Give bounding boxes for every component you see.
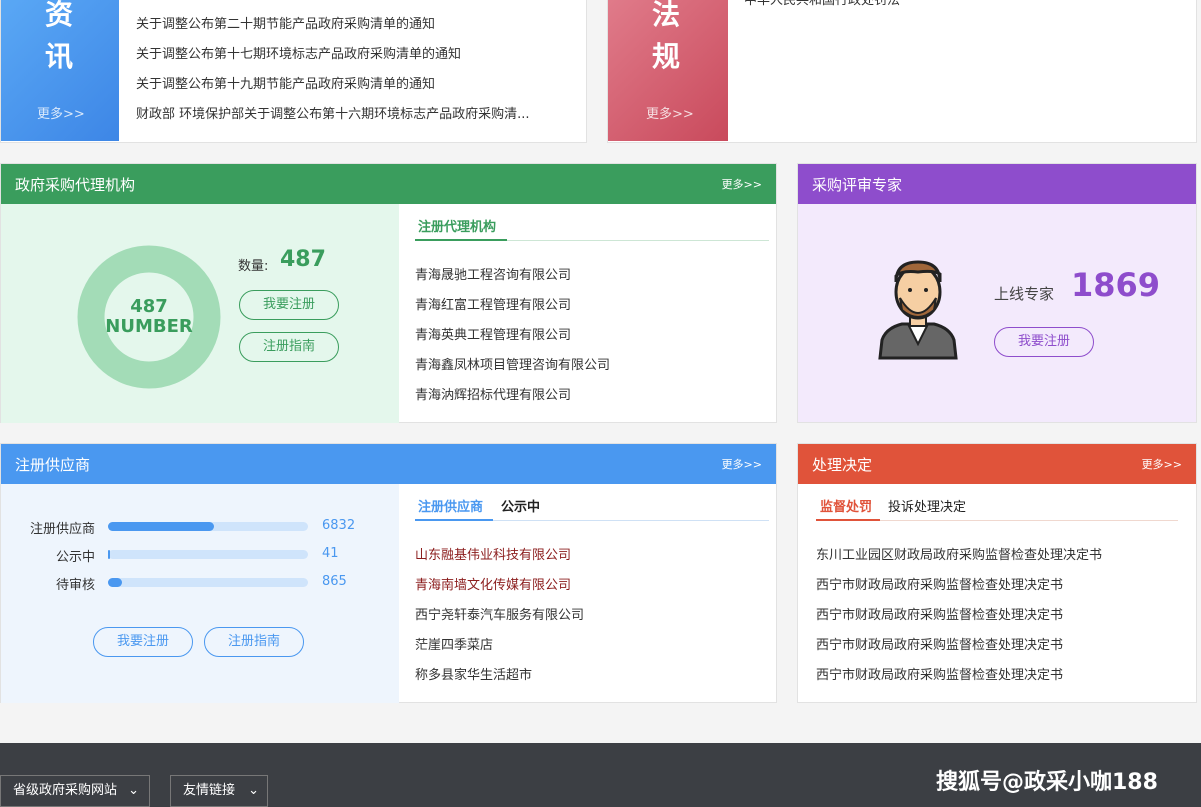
supplier-stat-bar-fill <box>108 550 110 559</box>
supplier-stat-bar-fill <box>108 522 214 531</box>
news-more-link[interactable]: 更多>> <box>37 103 85 122</box>
law-item[interactable]: 中华人民共和国行政处罚法 <box>744 0 900 8</box>
agency-list-item[interactable]: 青海红富工程管理有限公司 <box>415 294 571 313</box>
supplier-stats-area <box>1 484 399 703</box>
supplier-title: 注册供应商 <box>15 456 91 474</box>
tab-supplier-public[interactable]: 公示中 <box>501 496 540 515</box>
agency-panel: 政府采购代理机构 更多>> 487 NUMBER 数量: 487 我要注册 注册… <box>0 163 777 423</box>
tab-agency-registered[interactable]: 注册代理机构 <box>418 216 496 235</box>
supplier-stat-bar <box>108 578 308 587</box>
news-item[interactable]: 关于调整公布第二十期节能产品政府采购清单的通知 <box>136 13 566 32</box>
tab-supervision-penalty[interactable]: 监督处罚 <box>820 496 872 515</box>
agency-donut-unit: NUMBER <box>105 316 193 337</box>
expert-online-label: 上线专家 <box>994 285 1055 303</box>
supplier-stat-bar <box>108 550 308 559</box>
news-panel: 资 讯 更多>> 关于调整公布第二十期节能产品政府采购清单的通知 关于调整公布第… <box>0 0 587 143</box>
agency-count-label: 数量: <box>238 259 269 274</box>
supplier-tab-underline <box>415 519 493 521</box>
decision-list-item[interactable]: 西宁市财政局政府采购监督检查处理决定书 <box>816 604 1063 623</box>
decision-tab-underline <box>816 519 880 521</box>
supplier-list-item[interactable]: 西宁尧轩泰汽车服务有限公司 <box>415 604 584 623</box>
supplier-stat-label: 待审核 <box>55 578 95 593</box>
decision-more-link[interactable]: 更多>> <box>1142 456 1182 472</box>
agency-tab-underline <box>415 239 507 241</box>
supplier-stat-value: 6832 <box>322 518 356 533</box>
law-side-banner: 法 规 更多>> <box>608 0 728 141</box>
agency-title: 政府采购代理机构 <box>15 176 136 194</box>
expert-count: 1869 <box>1071 266 1161 304</box>
law-more-link[interactable]: 更多>> <box>646 103 694 122</box>
supplier-more-link[interactable]: 更多>> <box>722 456 762 472</box>
agency-list-item[interactable]: 青海晟驰工程咨询有限公司 <box>415 264 571 283</box>
agency-guide-button[interactable]: 注册指南 <box>239 332 339 362</box>
expert-title: 采购评审专家 <box>812 176 903 194</box>
expert-panel: 采购评审专家 上线专家 1869 我要注册 <box>797 163 1197 423</box>
decision-title: 处理决定 <box>812 456 873 474</box>
agency-list-item[interactable]: 青海鑫凤林项目管理咨询有限公司 <box>415 354 610 373</box>
supplier-list-item[interactable]: 山东融基伟业科技有限公司 <box>415 544 571 563</box>
friend-links-dropdown[interactable]: 友情链接 ⌄ <box>170 775 268 807</box>
decision-list-item[interactable]: 西宁市财政局政府采购监督检查处理决定书 <box>816 634 1063 653</box>
agency-donut-value: 487 <box>130 296 168 317</box>
law-panel: 法 规 更多>> 中华人民共和国行政处罚法 <box>607 0 1197 143</box>
supplier-list-item[interactable]: 青海南墙文化传媒有限公司 <box>415 574 571 593</box>
news-side-banner: 资 讯 更多>> <box>1 0 119 141</box>
supplier-stat-bar-fill <box>108 578 122 587</box>
agency-list-item[interactable]: 青海英典工程管理有限公司 <box>415 324 571 343</box>
decision-list-item[interactable]: 东川工业园区财政局政府采购监督检查处理决定书 <box>816 544 1102 563</box>
expert-register-button[interactable]: 我要注册 <box>994 327 1094 357</box>
news-item[interactable]: 关于调整公布第十七期环境标志产品政府采购清单的通知 <box>136 43 566 62</box>
expert-header: 采购评审专家 <box>798 164 1196 204</box>
supplier-guide-button[interactable]: 注册指南 <box>204 627 304 657</box>
tab-complaint-decision[interactable]: 投诉处理决定 <box>888 496 966 515</box>
decision-panel: 处理决定 更多>> 监督处罚 投诉处理决定 东川工业园区财政局政府采购监督检查处… <box>797 443 1197 703</box>
supplier-stat-label: 公示中 <box>55 550 95 565</box>
supplier-stat-value: 41 <box>322 546 339 561</box>
agency-count: 487 <box>280 247 326 272</box>
provincial-sites-dropdown[interactable]: 省级政府采购网站 ⌄ <box>0 775 150 807</box>
agency-register-button[interactable]: 我要注册 <box>239 290 339 320</box>
supplier-stat-label: 注册供应商 <box>29 522 95 537</box>
agency-list-item[interactable]: 青海汭辉招标代理有限公司 <box>415 384 571 403</box>
news-item[interactable]: 关于调整公布第十九期节能产品政府采购清单的通知 <box>136 73 566 92</box>
agency-donut-label: 487 NUMBER <box>77 297 221 337</box>
agency-more-link[interactable]: 更多>> <box>722 176 762 192</box>
chevron-down-icon: ⌄ <box>248 783 259 798</box>
law-side-char-1: 法 <box>652 0 681 31</box>
supplier-stat-bar <box>108 522 308 531</box>
supplier-panel: 注册供应商 更多>> 注册供应商 6832 公示中 41 待审核 865 我要注… <box>0 443 777 703</box>
news-side-char-1: 资 <box>45 0 74 31</box>
supplier-stat-value: 865 <box>322 574 347 589</box>
supplier-register-button[interactable]: 我要注册 <box>93 627 193 657</box>
tab-supplier-registered[interactable]: 注册供应商 <box>418 496 483 515</box>
supplier-header: 注册供应商 更多>> <box>1 444 776 484</box>
law-side-char-2: 规 <box>652 40 681 73</box>
news-side-char-2: 讯 <box>45 40 74 73</box>
provincial-sites-label: 省级政府采购网站 <box>13 783 118 798</box>
watermark-text: 搜狐号@政采小咖188 <box>936 770 1158 795</box>
chevron-down-icon: ⌄ <box>128 783 139 798</box>
agency-header: 政府采购代理机构 更多>> <box>1 164 776 204</box>
expert-avatar-icon <box>878 260 958 360</box>
supplier-list-item[interactable]: 茫崖四季菜店 <box>415 634 493 653</box>
decision-list-item[interactable]: 西宁市财政局政府采购监督检查处理决定书 <box>816 664 1063 683</box>
decision-list-item[interactable]: 西宁市财政局政府采购监督检查处理决定书 <box>816 574 1063 593</box>
news-item[interactable]: 财政部 环境保护部关于调整公布第十六期环境标志产品政府采购清... <box>136 103 566 122</box>
decision-header: 处理决定 更多>> <box>798 444 1196 484</box>
supplier-list-item[interactable]: 称多县家华生活超市 <box>415 664 532 683</box>
friend-links-label: 友情链接 <box>183 783 236 798</box>
